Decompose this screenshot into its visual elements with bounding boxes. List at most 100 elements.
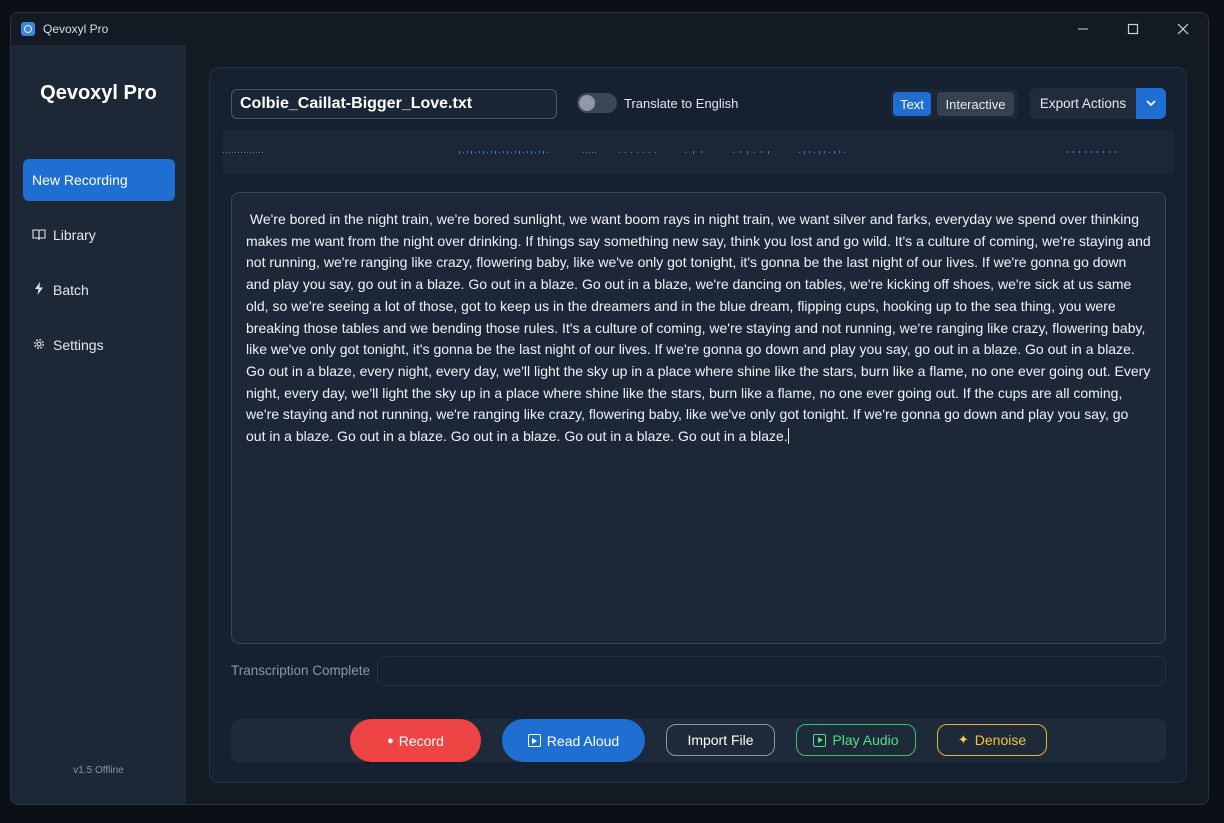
gear-icon [32,337,46,354]
sidebar-item-batch[interactable]: Batch [23,269,175,311]
waveform-bar [819,150,820,154]
waveform-bar [467,151,468,153]
waveform-bar [768,150,769,154]
waveform-bar [834,150,835,154]
waveform-bar [1073,151,1074,153]
waveform-bar [740,151,741,153]
waveform-bar [226,151,227,153]
waveform-bar [503,151,504,153]
export-actions-dropdown[interactable]: Export Actions [1030,88,1166,119]
waveform-bar [701,151,702,153]
chevron-down-icon[interactable] [1136,88,1166,119]
filename-field[interactable]: Colbie_Caillat-Bigger_Love.txt [231,89,557,119]
sidebar-item-settings[interactable]: Settings [23,324,175,366]
waveform-bar [244,151,245,153]
waveform-bar [535,151,536,153]
waveform-bar [625,151,626,153]
title-bar[interactable]: Qevoxyl Pro [11,13,1208,45]
waveform-bar [543,150,544,154]
read-aloud-button[interactable]: Read Aloud [502,719,645,762]
waveform-bar [507,150,508,154]
translate-toggle[interactable]: Translate to English [559,88,890,118]
status-text: Transcription Complete [231,663,371,678]
waveform-bar [583,151,584,153]
interactive-view-button[interactable]: Interactive [937,92,1014,116]
play-box-icon [527,734,541,747]
waveform-bar [547,151,548,153]
waveform-bar [824,151,825,153]
status-row: Transcription Complete [231,656,1166,686]
waveform-bar [479,151,480,153]
action-bar: ● Record Read Aloud Import File Play Aud… [231,719,1166,762]
waveform-bar [1091,151,1092,153]
waveform-bar [814,151,815,153]
sidebar-item-label: Library [53,227,96,243]
waveform-bar [256,151,257,153]
app-window: Qevoxyl Pro Qevoxyl Pro New Recording Li… [10,12,1209,805]
waveform-bar [539,151,540,153]
waveform-bar [799,151,800,153]
version-label: v1.5 Offline [73,765,124,776]
waveform-bar [619,151,620,153]
app-logo-icon [21,22,35,36]
waveform-bar [747,150,748,154]
view-mode-switch: Text Interactive [890,89,1018,119]
play-audio-button[interactable]: Play Audio [796,724,916,756]
waveform-bar [259,151,260,153]
waveform-bar [471,150,472,154]
export-actions-label[interactable]: Export Actions [1030,88,1136,119]
waveform-bar [649,151,650,153]
waveform-bar [523,151,524,153]
waveform-bar [685,151,686,153]
waveform-bar [223,151,224,153]
denoise-button[interactable]: ✦ Denoise [937,724,1047,756]
bolt-icon [32,282,46,298]
play-box-icon [813,733,827,747]
text-caret [787,428,789,445]
waveform-bar [804,150,805,154]
waveform-bar [459,150,460,154]
brand-title: Qevoxyl Pro [40,82,157,104]
record-label: Record [398,732,444,749]
sparkle-icon: ✦ [957,732,969,747]
sidebar-item-library[interactable]: Library [23,214,175,256]
sidebar-item-label: Settings [53,337,104,353]
transcript-text-area[interactable]: We're bored in the night train, we're bo… [231,192,1166,644]
waveform-bar [238,151,239,153]
waveform-bar [1115,151,1116,153]
window-title: Qevoxyl Pro [43,22,109,36]
toggle-switch[interactable] [577,93,617,113]
waveform-bar [235,151,236,153]
waveform-bar [589,151,590,153]
record-dot-icon: ● [387,734,394,747]
sidebar-item-new-recording[interactable]: New Recording [23,159,175,201]
waveform-bar [1067,151,1068,153]
waveform-bar [463,151,464,153]
waveform-bar [592,151,593,153]
waveform-bar [754,151,755,153]
waveform-bar [527,151,528,153]
waveform-bar [531,150,532,154]
maximize-button[interactable] [1108,13,1158,45]
text-view-button[interactable]: Text [893,92,931,116]
waveform-bar [809,151,810,153]
import-label: Import File [687,732,754,748]
import-file-button[interactable]: Import File [666,724,775,756]
record-button[interactable]: ● Record [350,719,481,762]
waveform-bar [655,151,656,153]
waveform-bar [637,151,638,153]
waveform-bar [241,151,242,153]
close-button[interactable] [1158,13,1208,45]
waveform-bar [519,150,520,154]
transcript-text[interactable]: We're bored in the night train, we're bo… [246,211,1155,444]
waveform-bar [262,151,263,153]
waveform-bar [586,151,587,153]
waveform-bar [487,151,488,153]
waveform-bar [1109,151,1110,153]
waveform-bar [631,151,632,153]
close-icon [1177,23,1189,35]
minimize-button[interactable] [1058,13,1108,45]
waveform-bar [253,151,254,153]
sidebar-item-label: New Recording [32,172,128,188]
transcription-panel: Colbie_Caillat-Bigger_Love.txt Translate… [209,67,1187,783]
